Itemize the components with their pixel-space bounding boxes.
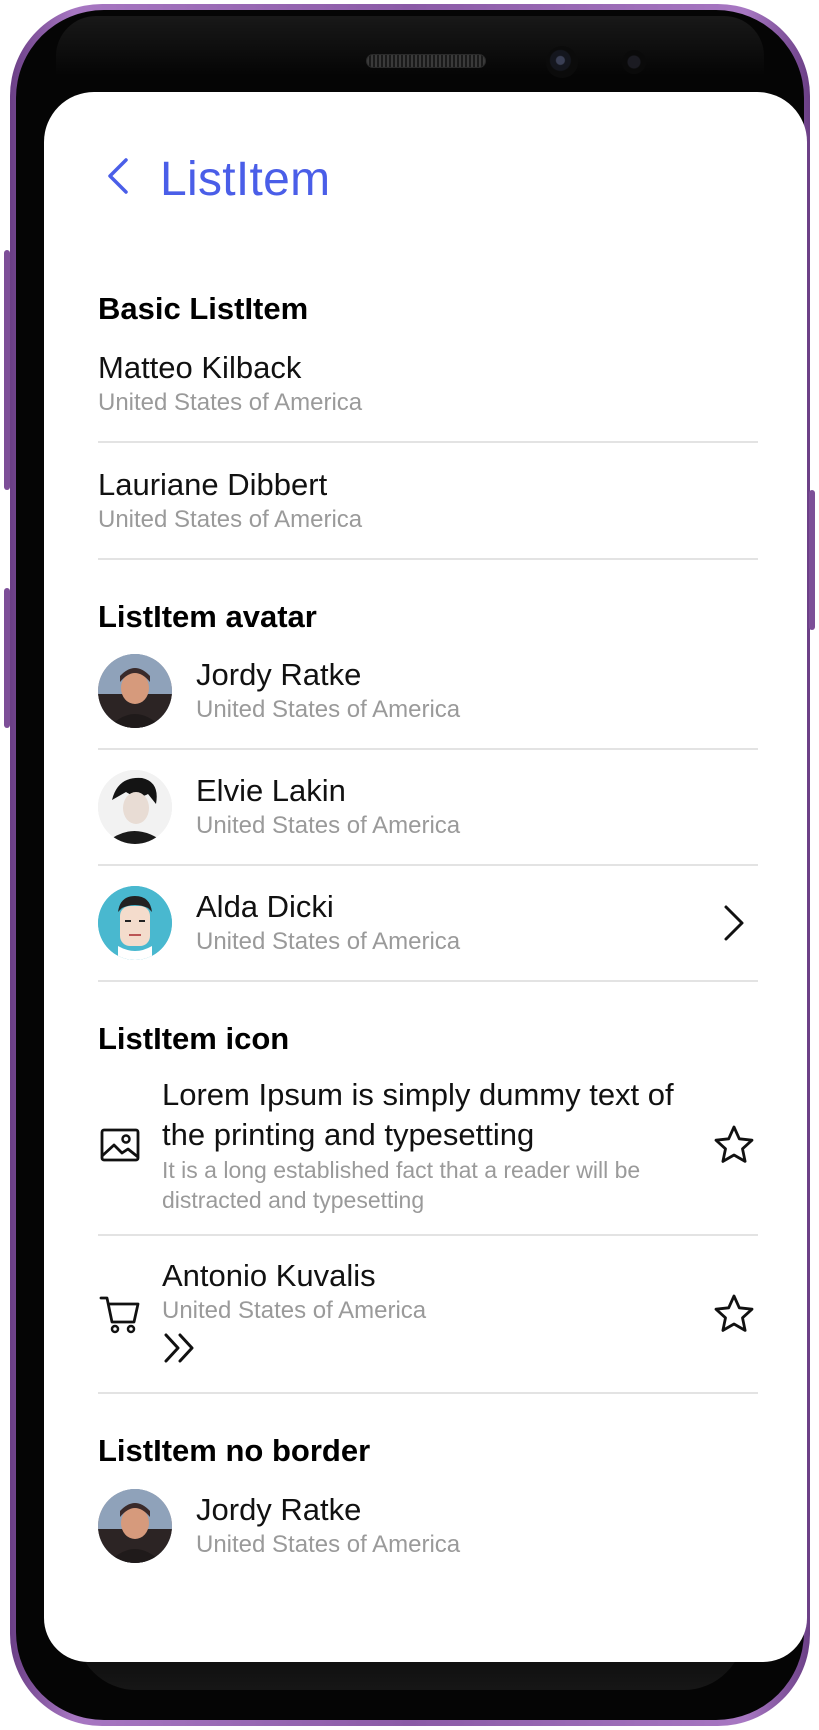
phone-frame: ListItem Basic ListItem Matteo Kilback U… — [10, 4, 810, 1726]
proximity-sensor — [622, 50, 646, 74]
person-photo-icon — [98, 654, 172, 728]
avatar — [98, 886, 172, 960]
phone-bezel: ListItem Basic ListItem Matteo Kilback U… — [16, 10, 807, 1720]
list-item[interactable]: Antonio Kuvalis United States of America — [98, 1236, 758, 1394]
app-screen: ListItem Basic ListItem Matteo Kilback U… — [44, 92, 807, 1662]
item-name: Lauriane Dibbert — [98, 466, 328, 502]
section-title-icon: ListItem icon — [98, 1021, 290, 1056]
avatar — [98, 770, 172, 844]
item-name: Jordy Ratke — [196, 657, 362, 692]
avatar — [98, 1489, 172, 1563]
person-photo-icon — [98, 770, 172, 844]
section-title-basic: Basic ListItem — [98, 291, 309, 326]
list-item[interactable]: Jordy Ratke United States of America — [98, 634, 758, 750]
section-title-noborder: ListItem no border — [98, 1433, 371, 1468]
double-chevron-right-icon — [164, 1333, 194, 1362]
cartoon-face-icon — [98, 886, 172, 960]
list-item[interactable]: Alda Dicki United States of America — [98, 866, 758, 982]
section-title-avatar: ListItem avatar — [98, 599, 317, 634]
item-subtitle: United States of America — [98, 505, 363, 533]
list-item[interactable]: Elvie Lakin United States of America — [98, 750, 758, 866]
volume-button — [4, 250, 10, 490]
item-subtitle: United States of America — [196, 812, 461, 839]
cart-icon — [99, 1296, 140, 1334]
item-name: Antonio Kuvalis — [162, 1257, 376, 1293]
item-name: Alda Dicki — [196, 889, 334, 924]
item-subtitle: United States of America — [196, 696, 461, 723]
list-item[interactable]: Jordy Ratke United States of America — [98, 1468, 758, 1584]
list-content: Basic ListItem Matteo Kilback United Sta… — [98, 292, 758, 1584]
item-subtitle: United States of America — [98, 388, 363, 416]
front-camera — [546, 46, 578, 78]
app-header: ListItem — [44, 92, 807, 272]
item-name: Jordy Ratke — [196, 1492, 362, 1527]
list-item[interactable]: Lauriane Dibbert United States of Americ… — [98, 443, 758, 560]
star-icon[interactable] — [712, 1292, 756, 1336]
item-name: Matteo Kilback — [98, 349, 302, 385]
page-title: ListItem — [160, 153, 331, 206]
chevron-right-icon — [724, 905, 744, 941]
item-name: Lorem Ipsum is simply dummy text of the … — [162, 1077, 674, 1152]
image-icon — [100, 1128, 140, 1162]
back-arrow-icon[interactable] — [100, 154, 136, 198]
person-photo-icon — [98, 1489, 172, 1563]
list-item[interactable]: Lorem Ipsum is simply dummy text of the … — [98, 1056, 758, 1236]
item-subtitle: It is a long established fact that a rea… — [162, 1157, 641, 1213]
star-icon[interactable] — [712, 1123, 756, 1167]
list-item[interactable]: Matteo Kilback United States of America — [98, 326, 758, 443]
power-button — [809, 490, 815, 630]
item-subtitle: United States of America — [162, 1296, 427, 1324]
item-subtitle: United States of America — [196, 928, 461, 955]
bixby-button — [4, 588, 10, 728]
avatar — [98, 654, 172, 728]
item-subtitle: United States of America — [196, 1531, 461, 1558]
earpiece-speaker — [366, 54, 486, 68]
item-name: Elvie Lakin — [196, 773, 346, 808]
